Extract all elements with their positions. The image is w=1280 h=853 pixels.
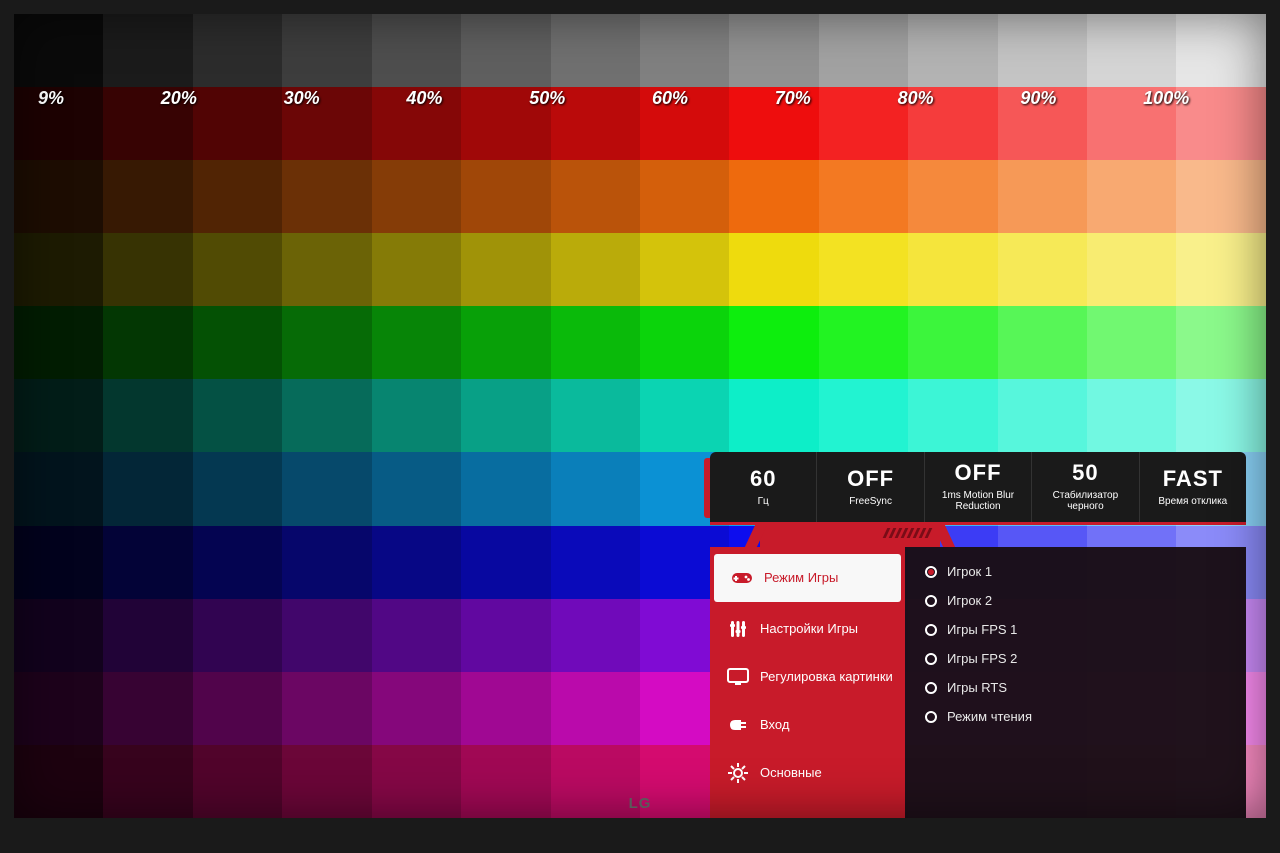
status-value: 50 <box>1038 460 1132 486</box>
grayscale-label: 50% <box>529 88 652 109</box>
menu-item-sliders[interactable]: Настройки Игры <box>710 605 905 653</box>
menu-item-label: Регулировка картинки <box>760 670 893 685</box>
osd-submenu: Игрок 1 Игрок 2 Игры FPS 1 Игры FPS 2 Иг… <box>905 547 1246 818</box>
gear-icon <box>726 761 750 785</box>
status-value: FAST <box>1146 466 1240 492</box>
grayscale-label: 20% <box>161 88 284 109</box>
menu-item-gamepad[interactable]: Режим Игры <box>714 554 901 602</box>
status-label: Стабилизатор черного <box>1038 490 1132 512</box>
status-tile: 60 Гц <box>710 452 817 522</box>
grayscale-label: 40% <box>406 88 529 109</box>
menu-item-label: Вход <box>760 718 789 733</box>
grayscale-label: 70% <box>775 88 898 109</box>
radio-icon <box>925 595 937 607</box>
screen-content: 9%20%30%40%50%60%70%80%90%100% 60 ГцOFF … <box>14 14 1266 818</box>
submenu-label: Игры FPS 1 <box>947 622 1017 637</box>
osd-menu: Режим Игры Настройки Игры Регулировка ка… <box>710 547 905 818</box>
radio-icon <box>925 711 937 723</box>
status-label: FreeSync <box>823 496 917 507</box>
submenu-label: Игры RTS <box>947 680 1007 695</box>
radio-icon <box>925 624 937 636</box>
submenu-label: Игры FPS 2 <box>947 651 1017 666</box>
status-tile: 50 Стабилизатор черного <box>1032 452 1139 522</box>
plug-icon <box>726 713 750 737</box>
grayscale-label: 9% <box>38 88 161 109</box>
grayscale-label: 30% <box>284 88 407 109</box>
submenu-label: Режим чтения <box>947 709 1032 724</box>
status-value: 60 <box>716 466 810 492</box>
status-tile: OFF 1ms Motion Blur Reduction <box>925 452 1032 522</box>
submenu-item[interactable]: Игры FPS 1 <box>921 615 1230 644</box>
status-tile: OFF FreeSync <box>817 452 924 522</box>
menu-item-label: Настройки Игры <box>760 622 858 637</box>
grayscale-labels: 9%20%30%40%50%60%70%80%90%100% <box>14 88 1266 109</box>
sliders-icon <box>726 617 750 641</box>
grayscale-label: 60% <box>652 88 775 109</box>
menu-item-gear[interactable]: Основные <box>710 749 905 797</box>
submenu-item[interactable]: Игрок 1 <box>921 557 1230 586</box>
submenu-item[interactable]: Игры FPS 2 <box>921 644 1230 673</box>
submenu-label: Игрок 1 <box>947 564 992 579</box>
menu-item-display[interactable]: Регулировка картинки <box>710 653 905 701</box>
osd-panel: 60 ГцOFF FreeSyncOFF 1ms Motion Blur Red… <box>710 452 1246 818</box>
menu-item-plug[interactable]: Вход <box>710 701 905 749</box>
menu-item-label: Основные <box>760 766 822 781</box>
grayscale-label: 90% <box>1020 88 1143 109</box>
submenu-item[interactable]: Режим чтения <box>921 702 1230 731</box>
submenu-label: Игрок 2 <box>947 593 992 608</box>
menu-item-label: Режим Игры <box>764 571 838 586</box>
status-value: OFF <box>931 460 1025 486</box>
status-label: Гц <box>716 496 810 507</box>
status-label: 1ms Motion Blur Reduction <box>931 490 1025 512</box>
status-label: Время отклика <box>1146 496 1240 507</box>
submenu-item[interactable]: Игры RTS <box>921 673 1230 702</box>
radio-icon <box>925 682 937 694</box>
osd-status-bar: 60 ГцOFF FreeSyncOFF 1ms Motion Blur Red… <box>710 452 1246 525</box>
osd-body: Режим Игры Настройки Игры Регулировка ка… <box>710 547 1246 818</box>
grayscale-label: 80% <box>898 88 1021 109</box>
display-icon <box>726 665 750 689</box>
gamepad-icon <box>730 566 754 590</box>
radio-icon <box>925 566 937 578</box>
submenu-item[interactable]: Игрок 2 <box>921 586 1230 615</box>
status-tile: FAST Время отклика <box>1140 452 1246 522</box>
radio-icon <box>925 653 937 665</box>
status-value: OFF <box>823 466 917 492</box>
grayscale-label: 100% <box>1143 88 1266 109</box>
